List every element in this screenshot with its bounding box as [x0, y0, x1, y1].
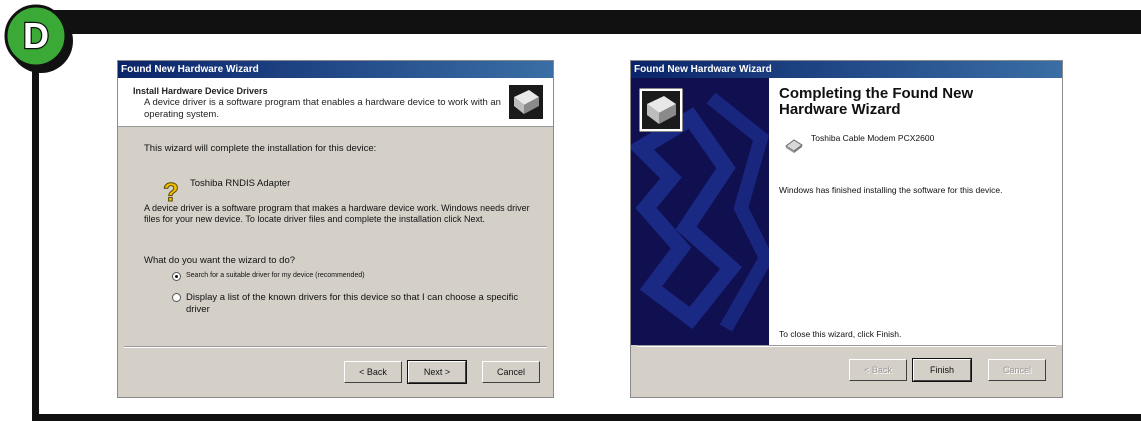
cancel-button[interactable]: Cancel	[988, 359, 1046, 381]
frame-top-bar	[32, 10, 1141, 34]
button-separator	[124, 346, 547, 348]
network-device-icon	[785, 139, 803, 153]
radio-display-list[interactable]	[172, 293, 181, 302]
wizard-content-pane: Completing the Found New Hardware Wizard…	[769, 78, 1062, 345]
button-separator	[637, 345, 1056, 347]
dialog-title-bar[interactable]: Found New Hardware Wizard	[631, 61, 1062, 78]
body-text: A device driver is a software program th…	[144, 203, 530, 224]
wizard-header: Install Hardware Device Drivers A device…	[118, 78, 553, 127]
intro-text: This wizard will complete the installati…	[144, 143, 377, 154]
question-text: What do you want the wizard to do?	[144, 255, 296, 266]
completion-heading: Completing the Found New Hardware Wizard	[779, 85, 974, 118]
completing-wizard-dialog: Found New Hardware Wizard Completing the…	[630, 60, 1063, 398]
header-title: Install Hardware Device Drivers	[133, 86, 268, 96]
finished-message: Windows has finished installing the soft…	[779, 185, 1003, 195]
next-button[interactable]: Next >	[407, 360, 467, 384]
install-drivers-dialog: Found New Hardware Wizard Install Hardwa…	[117, 60, 554, 398]
device-name: Toshiba Cable Modem PCX2600	[811, 133, 935, 143]
badge-letter: D	[23, 15, 49, 56]
finish-button[interactable]: Finish	[912, 358, 972, 382]
header-description: A device driver is a software program th…	[144, 97, 501, 120]
device-name: Toshiba RNDIS Adapter	[190, 178, 291, 189]
option-search-label[interactable]: Search for a suitable driver for my devi…	[186, 271, 526, 281]
unknown-device-icon: ?	[163, 179, 180, 205]
radio-search-driver[interactable]	[172, 272, 181, 281]
back-button[interactable]: < Back	[344, 361, 402, 383]
option-list-label[interactable]: Display a list of the known drivers for …	[186, 292, 526, 316]
hardware-wizard-icon	[509, 85, 543, 119]
cancel-button[interactable]: Cancel	[482, 361, 540, 383]
close-hint: To close this wizard, click Finish.	[779, 329, 902, 339]
step-badge: D	[4, 4, 73, 73]
hardware-wizard-icon	[639, 88, 683, 132]
wizard-side-banner	[631, 78, 769, 345]
frame-bottom-bar	[32, 414, 1141, 421]
back-button[interactable]: < Back	[849, 359, 907, 381]
dialog-title-bar[interactable]: Found New Hardware Wizard	[118, 61, 553, 78]
svg-text:?: ?	[163, 179, 179, 205]
